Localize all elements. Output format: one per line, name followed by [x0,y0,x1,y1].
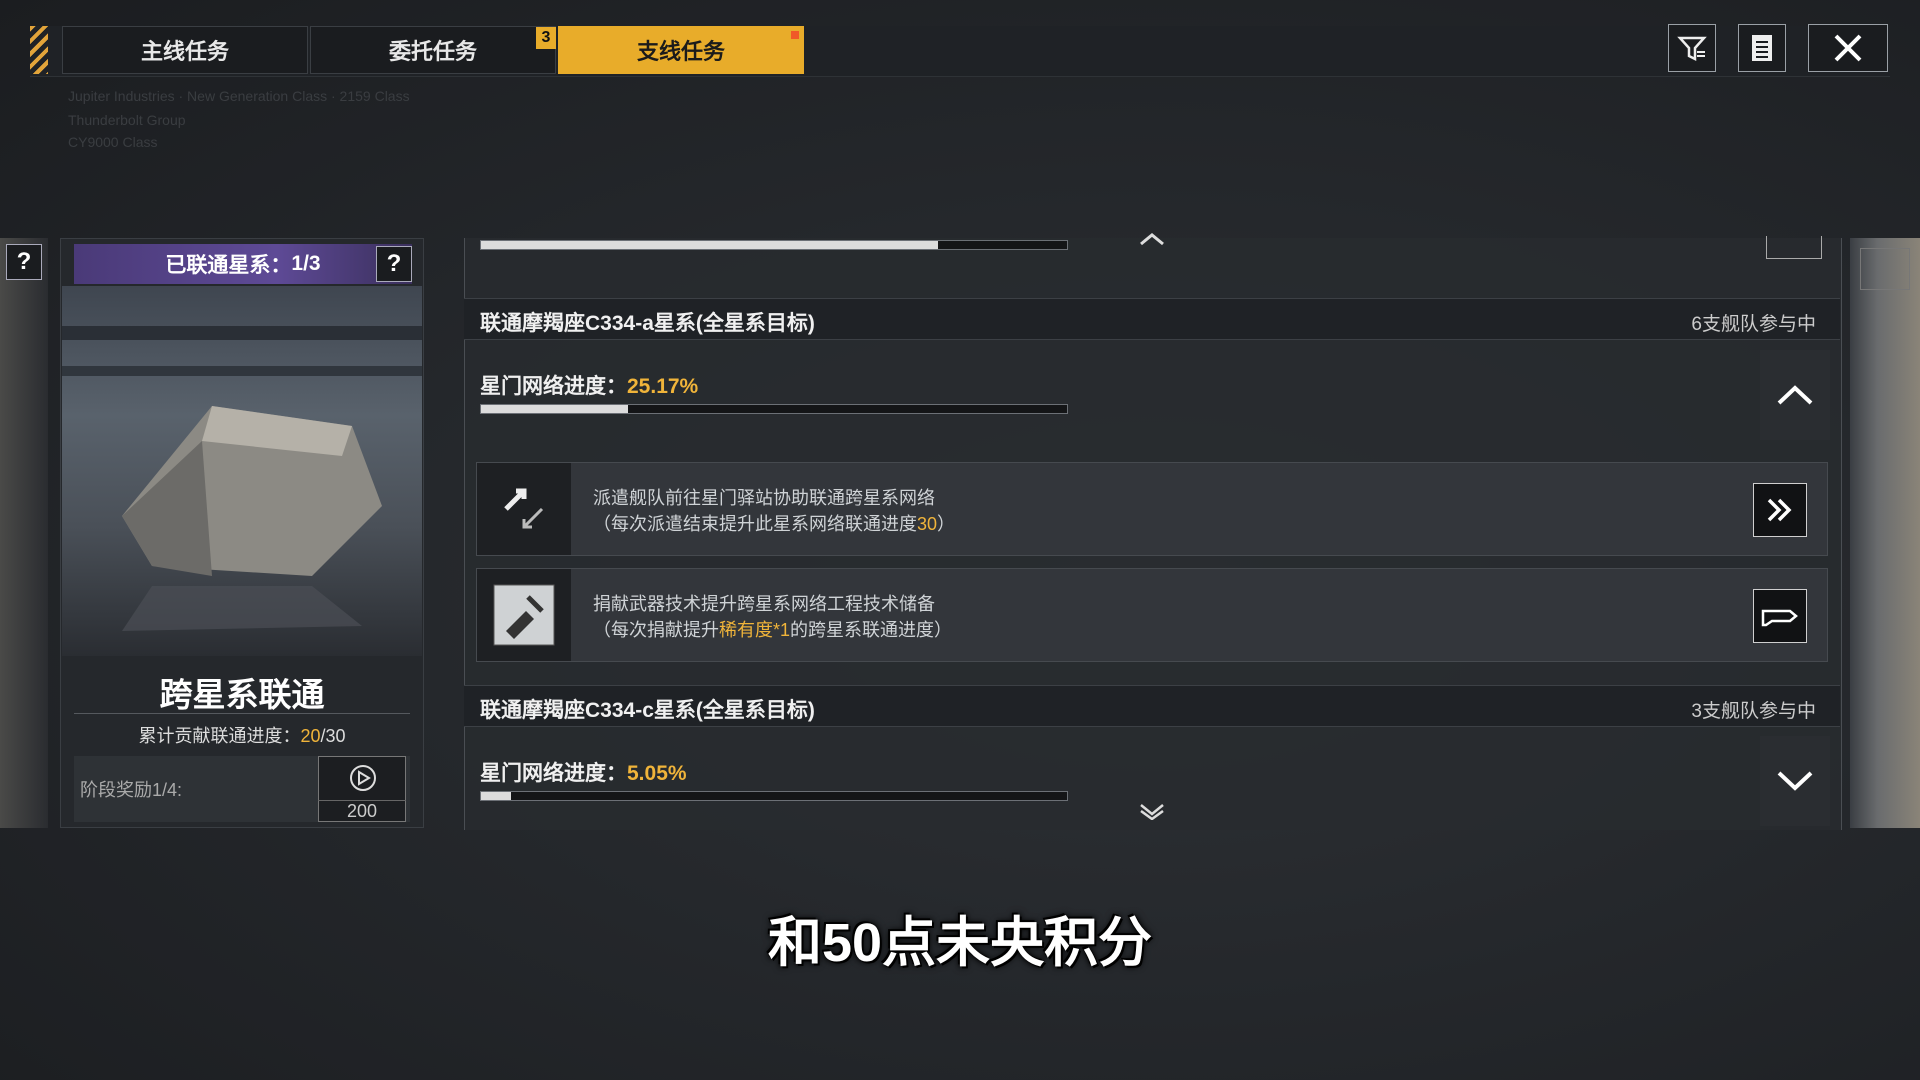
progress-label: 星门网络进度： [480,762,627,785]
donate-icon [477,569,571,661]
contrib-total: /30 [320,726,346,746]
tab-side-quest[interactable]: 支线任务 [558,26,804,74]
help-button[interactable]: ? [6,244,42,280]
section-header-c: 联通摩羯座C334-c星系(全星系目标) 3支舰队参与中 [464,685,1840,727]
partial-action-button[interactable] [1766,236,1822,259]
contrib-current: 20 [300,726,321,746]
progress-bar-c [480,791,1068,801]
close-button[interactable] [1808,24,1888,72]
close-icon [1834,34,1862,62]
bg-text-1: Jupiter Industries · New Generation Clas… [68,88,410,104]
filter-icon [1677,36,1707,62]
stargate-progress: 星门网络进度：25.17% [480,370,698,400]
scroll-down-icon[interactable] [1138,802,1166,820]
progress-value: 25.17% [627,375,699,398]
reward-amount: 200 [318,800,406,822]
tab-commission-quest[interactable]: 委托任务 3 [310,26,556,74]
tab-label: 主线任务 [140,39,229,64]
divider [74,713,410,714]
tab-main-quest[interactable]: 主线任务 [62,26,308,74]
progress-value: 5.05% [627,762,687,785]
task-line-1: 捐献武器技术提升跨星系网络工程技术储备 [593,594,935,614]
stargate-progress: 星门网络进度：5.05% [480,757,687,787]
progress-bar-a [480,404,1068,414]
filter-button[interactable] [1668,24,1716,72]
task-line-2: （每次派遣结束提升此星系网络联通进度30） [593,511,955,537]
expand-button[interactable] [1760,736,1830,826]
task-line-2: （每次捐献提升稀有度*1的跨星系联通进度） [593,617,952,643]
go-button[interactable] [1753,483,1807,537]
contribution-progress: 累计贡献联通进度：20/30 [62,722,422,748]
scroll-up-icon[interactable] [1138,232,1166,246]
fleet-count: 3支舰队参与中 [1691,701,1816,722]
card-help-button[interactable]: ? [376,246,412,282]
progress-bar-partial [480,240,1068,250]
task-dispatch-fleet: 派遣舰队前往星门驿站协助联通跨星系网络 （每次派遣结束提升此星系网络联通进度30… [476,462,1828,556]
dispatch-icon [477,463,571,555]
chevron-down-icon [1777,771,1813,791]
help-icon: ? [386,250,402,277]
section-header-a: 联通摩羯座C334-a星系(全星系目标) 6支舰队参与中 [464,298,1840,340]
list-icon [1752,35,1772,61]
task-line-2-post: ） [937,514,956,534]
hand-give-icon [1761,609,1798,627]
points-icon [350,765,376,791]
rocket-icon [1860,248,1910,290]
task-highlight: 稀有度*1 [719,620,791,640]
collapse-button[interactable] [1760,350,1830,440]
section-title: 联通摩羯座C334-c星系(全星系目标) [480,699,815,722]
connected-value: 1/3 [291,252,321,275]
previous-card-partial[interactable]: ? [0,238,48,828]
tab-label: 支线任务 [636,39,725,64]
progress-label: 星门网络进度： [480,375,627,398]
tab-label: 委托任务 [388,39,477,64]
new-indicator [791,31,799,39]
bg-text-2: Thunderbolt Group [68,112,186,128]
double-chevron-right-icon [1767,498,1792,522]
donate-button[interactable] [1753,589,1807,643]
connected-galaxies-bar: 已联通星系： 1/3 [74,244,412,284]
progress-fill [481,241,939,249]
video-subtitle: 和50点未央积分 [767,913,1153,973]
fleet-count: 6支舰队参与中 [1691,314,1816,335]
task-line-1: 派遣舰队前往星门驿站协助联通跨星系网络 [593,488,935,508]
task-description: 派遣舰队前往星门驿站协助联通跨星系网络 （每次派遣结束提升此星系网络联通进度30… [593,485,955,537]
contrib-label: 累计贡献联通进度： [138,726,301,746]
task-donate-weapon-tech: 捐献武器技术提升跨星系网络工程技术储备 （每次捐献提升稀有度*1的跨星系联通进度… [476,568,1828,662]
task-line-2-pre: （每次捐献提升 [593,620,719,640]
progress-fill [481,405,629,413]
count-badge: 3 [536,27,556,49]
task-line-2-post: 的跨星系联通进度） [790,620,953,640]
task-line-2-pre: （每次派遣结束提升此星系网络联通进度 [593,514,917,534]
connected-label: 已联通星系： [165,254,292,277]
list-button[interactable] [1738,24,1786,72]
help-icon: ? [16,248,32,275]
next-card-partial[interactable] [1850,238,1920,828]
bg-text-3: CY9000 Class [68,134,158,150]
top-tab-bar [30,26,1890,77]
section-title: 联通摩羯座C334-a星系(全星系目标) [480,312,815,335]
progress-fill [481,792,511,800]
tab-bar-stripe [30,26,48,74]
stage-reward-label: 阶段奖励1/4: [80,780,183,800]
task-description: 捐献武器技术提升跨星系网络工程技术储备 （每次捐献提升稀有度*1的跨星系联通进度… [593,591,952,643]
task-highlight: 30 [917,514,938,534]
card-title: 跨星系联通 [159,676,325,713]
spaceship-image [62,286,422,656]
spaceship-illustration [62,326,422,631]
chevron-up-icon [1777,385,1813,405]
